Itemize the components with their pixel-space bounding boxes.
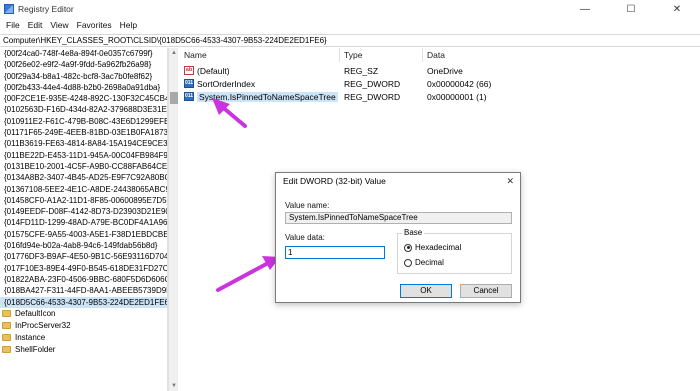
value-data-label: Value data:	[285, 233, 325, 242]
dialog-close-icon[interactable]: ✕	[506, 173, 514, 190]
dialog-title-bar: Edit DWORD (32-bit) Value ✕	[276, 173, 520, 190]
dialog-title: Edit DWORD (32-bit) Value	[283, 176, 386, 186]
value-data-input[interactable]: 1	[285, 246, 385, 259]
radio-hexadecimal[interactable]: Hexadecimal	[404, 243, 461, 252]
radio-hexadecimal-label: Hexadecimal	[415, 243, 462, 252]
base-group: Base Hexadecimal Decimal	[397, 228, 512, 274]
radio-decimal[interactable]: Decimal	[404, 258, 444, 267]
radio-selected-icon[interactable]	[404, 243, 412, 252]
annotation-arrow-icon	[216, 256, 280, 292]
ok-button[interactable]: OK	[400, 284, 452, 298]
value-name-label: Value name:	[285, 201, 330, 210]
edit-dword-dialog: Edit DWORD (32-bit) Value ✕ Value name: …	[275, 172, 521, 303]
base-label: Base	[402, 228, 425, 237]
annotation-arrow-icon	[212, 98, 247, 128]
value-name-field: System.IsPinnedToNameSpaceTree	[285, 212, 512, 224]
cancel-button[interactable]: Cancel	[460, 284, 512, 298]
radio-decimal-label: Decimal	[415, 258, 444, 267]
radio-unselected-icon[interactable]	[404, 258, 412, 267]
